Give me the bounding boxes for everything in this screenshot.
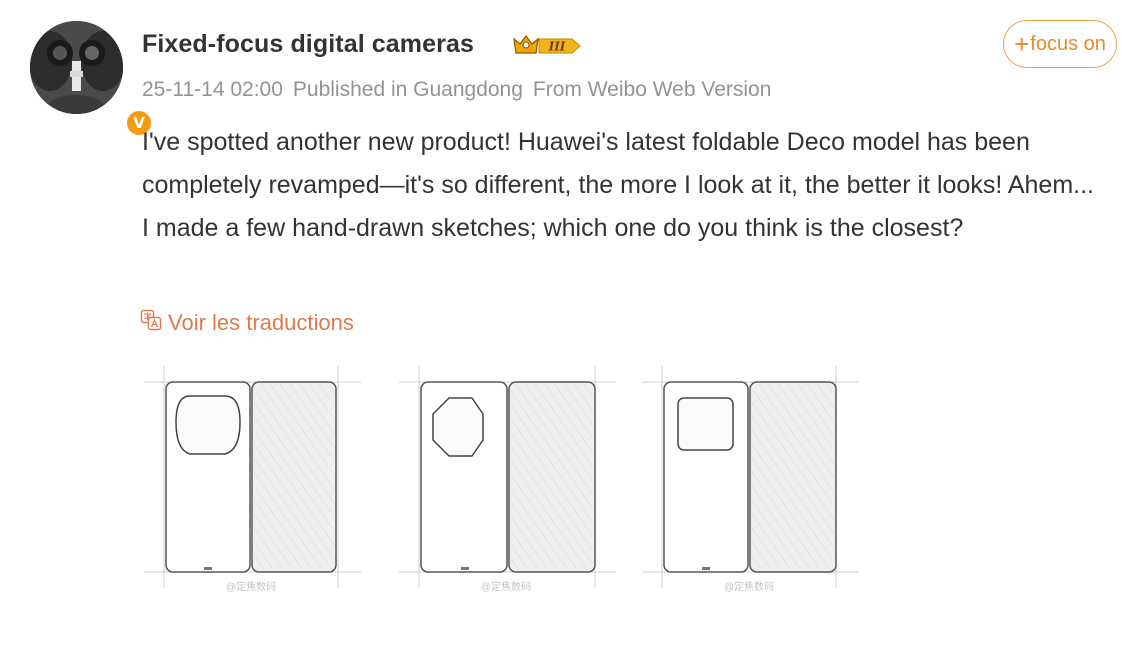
watermark: @定焦数码: [723, 582, 775, 593]
plus-icon: +: [1014, 29, 1030, 59]
translate-icon: [140, 309, 162, 337]
post-meta: 25-11-14 02:00 Published in Guangdong From…: [142, 78, 781, 102]
level-badge-text: III: [548, 40, 566, 54]
follow-label: focus on: [1030, 32, 1106, 55]
avatar[interactable]: V: [30, 21, 154, 138]
avatar-image: [30, 21, 123, 114]
sketch-image-1[interactable]: @定焦数码: [136, 360, 366, 595]
source[interactable]: From Weibo Web Version: [533, 78, 772, 101]
post-text: I've spotted another new product! Huawei…: [142, 128, 1094, 242]
follow-button[interactable]: + focus on: [1003, 20, 1117, 68]
watermark: @定焦数码: [225, 582, 277, 593]
username[interactable]: Fixed-focus digital cameras: [142, 30, 474, 59]
translate-label: Voir les traductions: [168, 310, 354, 335]
sketch-image-3[interactable]: @定焦数码: [634, 360, 864, 595]
sketch-image-2[interactable]: @定焦数码: [391, 360, 621, 595]
timestamp[interactable]: 25-11-14 02:00: [142, 78, 283, 101]
crown-level-badge[interactable]: III: [512, 31, 584, 64]
weibo-post: V Fixed-focus digital cameras III 25-11-…: [0, 0, 1146, 660]
location: Published in Guangdong: [292, 78, 523, 101]
watermark: @定焦数码: [480, 582, 532, 593]
translate-link[interactable]: Voir les traductions: [140, 309, 354, 337]
